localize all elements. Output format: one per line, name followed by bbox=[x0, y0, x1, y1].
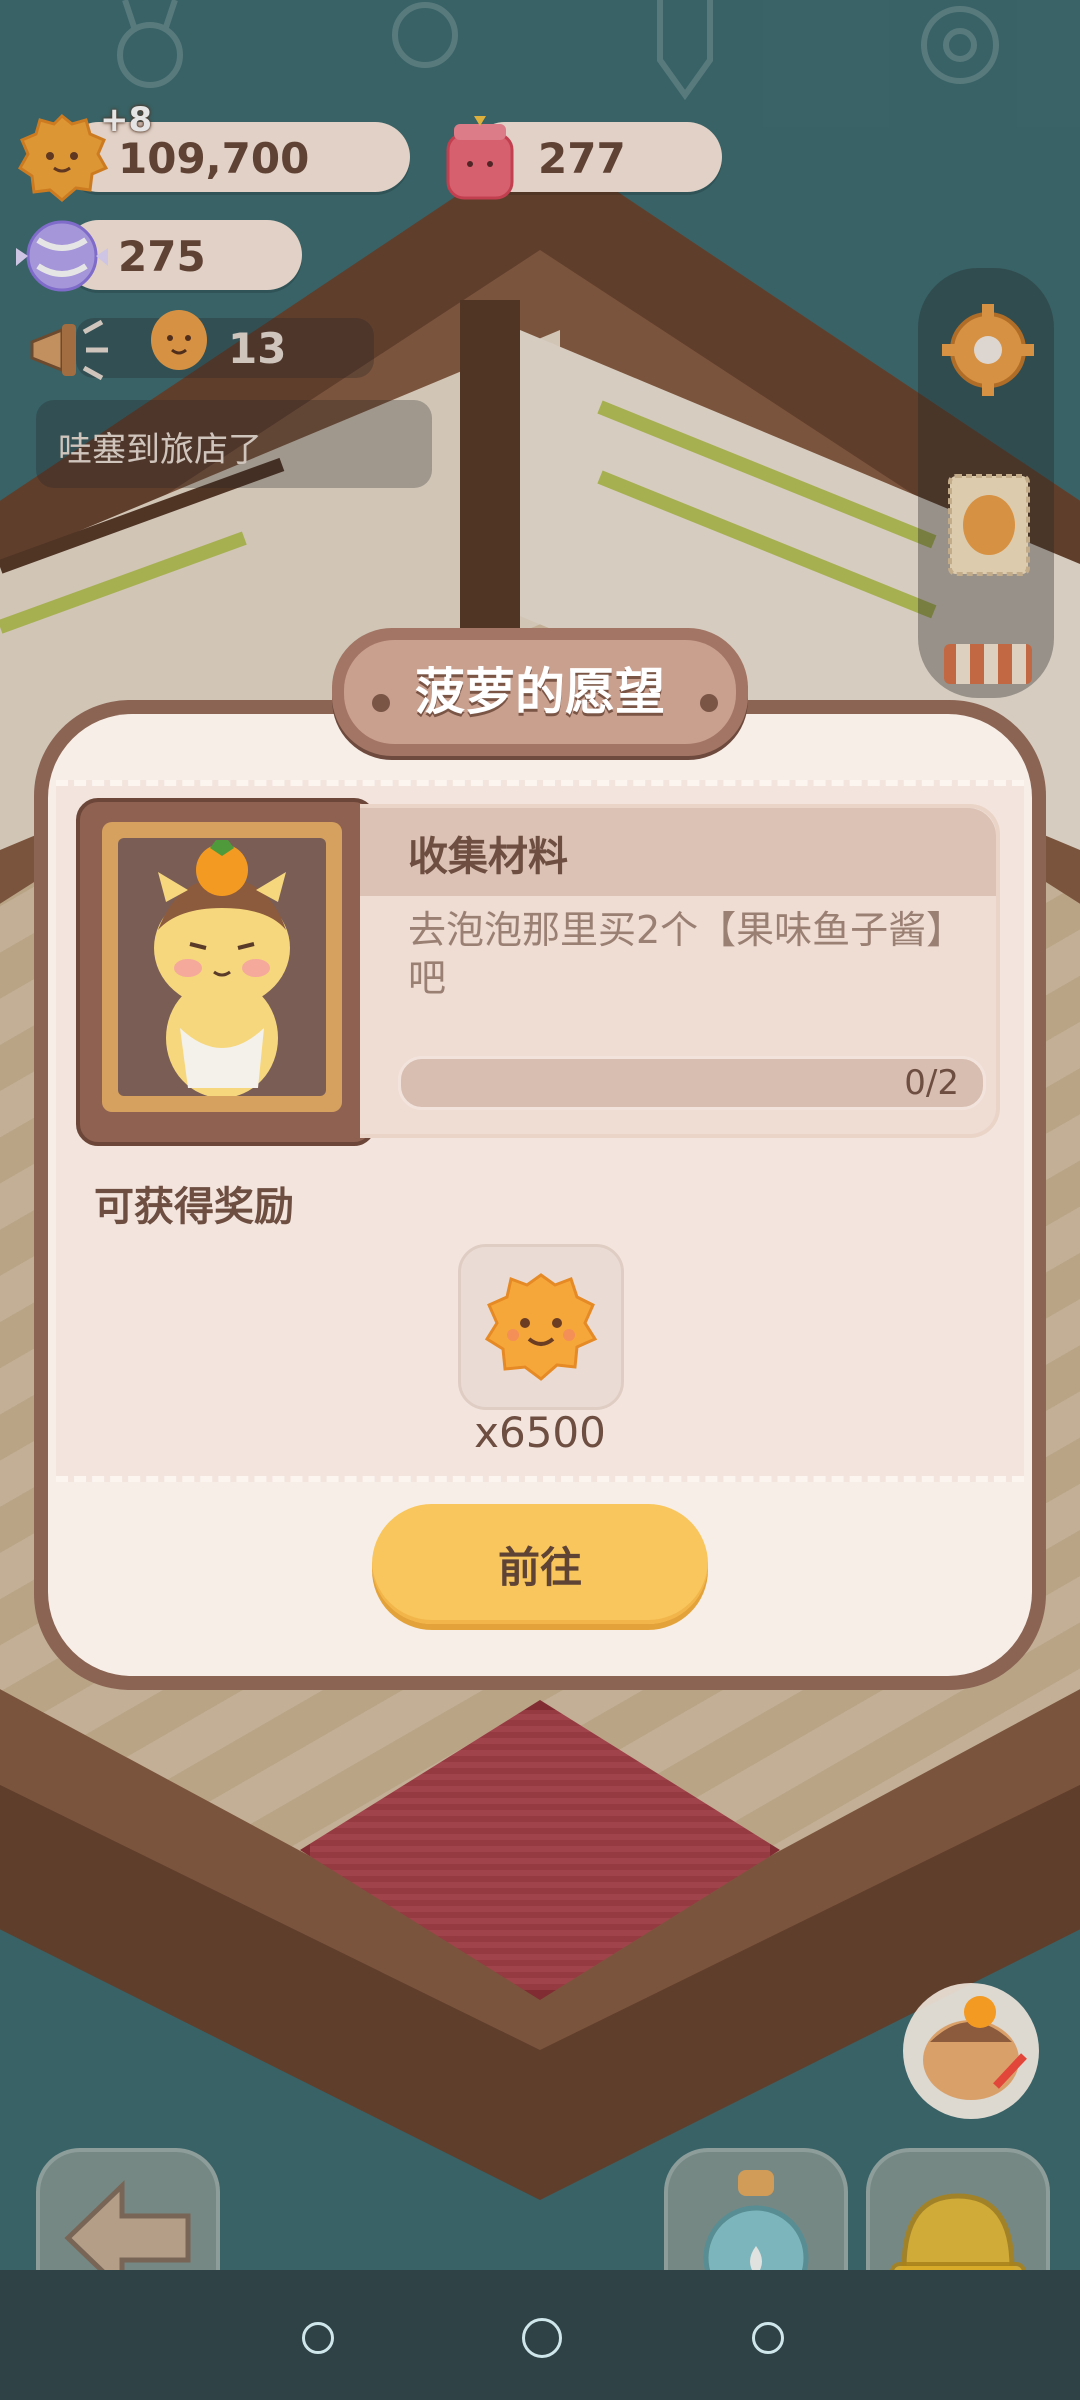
task-progress-text: 0/2 bbox=[904, 1063, 959, 1103]
nav-home-icon[interactable] bbox=[522, 2318, 562, 2358]
go-button[interactable]: 前往 bbox=[372, 1504, 708, 1624]
reward-quantity: x6500 bbox=[474, 1408, 606, 1457]
nav-back-icon[interactable] bbox=[302, 2322, 334, 2354]
reward-item-slot[interactable] bbox=[458, 1244, 624, 1410]
reward-heading: 可获得奖励 bbox=[94, 1184, 294, 1230]
task-heading: 收集材料 bbox=[408, 834, 568, 880]
dialog-title: 菠萝的愿望 bbox=[415, 663, 665, 721]
cookie-coin-icon bbox=[484, 1273, 598, 1381]
task-description: 去泡泡那里买2个【果味鱼子酱】吧 bbox=[408, 908, 965, 1000]
task-progress-bar: 0/2 bbox=[398, 1056, 986, 1110]
nav-recent-icon[interactable] bbox=[752, 2322, 784, 2354]
pineapple-cat-character-icon bbox=[154, 840, 290, 1096]
character-portrait bbox=[118, 838, 326, 1096]
character-mail-icon[interactable] bbox=[896, 1976, 1046, 2126]
